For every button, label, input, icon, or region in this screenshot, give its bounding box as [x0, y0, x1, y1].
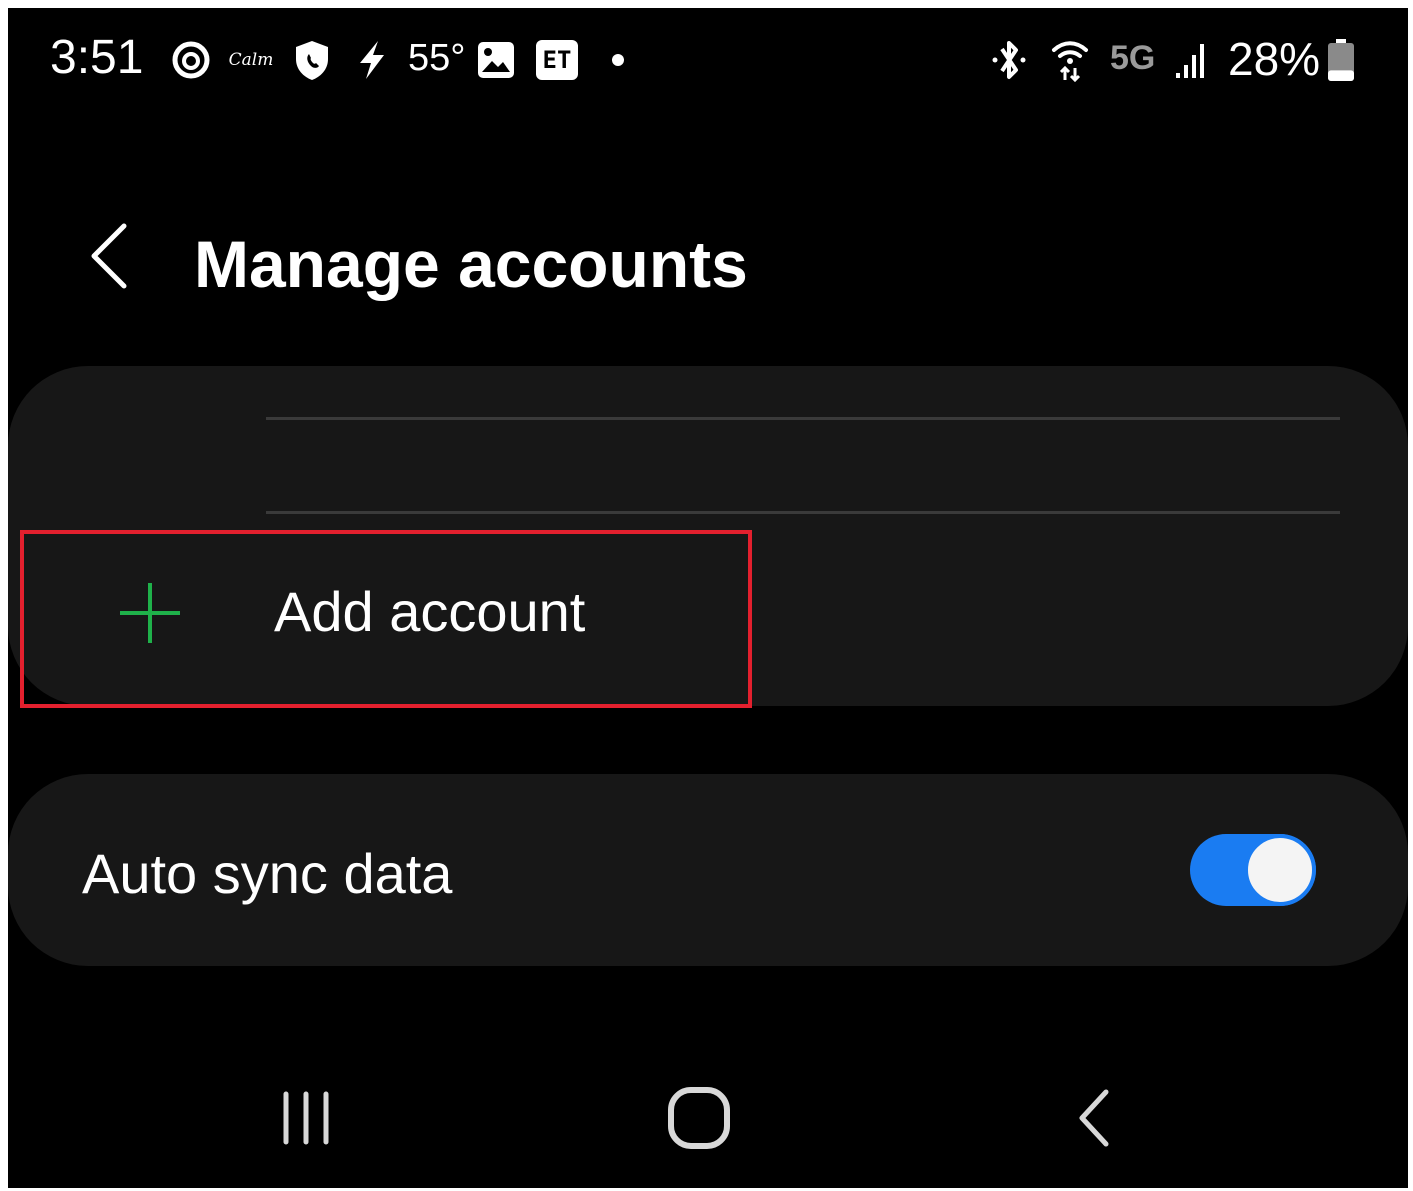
home-button[interactable] — [660, 1078, 740, 1158]
home-icon — [668, 1087, 730, 1149]
temperature: 55° — [408, 37, 466, 79]
notification-dot-icon — [608, 38, 628, 82]
et-badge: ET — [536, 40, 578, 80]
account-divider-2 — [266, 511, 1340, 514]
threads-icon — [168, 38, 214, 82]
recents-button[interactable] — [266, 1078, 346, 1158]
signal-icon — [1172, 38, 1212, 82]
page-title: Manage accounts — [194, 227, 748, 301]
nav-back-button[interactable] — [1056, 1078, 1136, 1158]
bluetooth-icon — [988, 38, 1030, 82]
account-row-2[interactable] — [8, 420, 1408, 512]
account-row-1[interactable] — [8, 366, 1408, 422]
battery-icon — [1324, 38, 1358, 82]
image-icon — [476, 38, 516, 82]
battery-percent: 28% — [1228, 33, 1321, 85]
recents-icon — [283, 1091, 329, 1145]
back-icon — [1079, 1089, 1109, 1147]
back-button[interactable] — [80, 220, 136, 292]
network-type: 5G — [1110, 39, 1156, 77]
calm-icon: Calm — [226, 38, 276, 82]
wifi-icon — [1048, 38, 1092, 82]
status-time: 3:51 — [50, 31, 144, 84]
phone-screen: 3:51 Calm 55° ET 5G 28% Manage accounts … — [8, 8, 1408, 1188]
et-icon: ET — [534, 38, 580, 82]
add-account-label: Add account — [274, 580, 586, 643]
chevron-left-icon — [91, 223, 127, 289]
auto-sync-toggle[interactable] — [1190, 834, 1316, 906]
auto-sync-label: Auto sync data — [82, 842, 453, 905]
plus-icon — [118, 581, 182, 645]
status-bar: 3:51 Calm 55° ET 5G 28% — [8, 8, 1408, 108]
lightning-icon — [352, 38, 392, 82]
calm-logo-text: Calm — [228, 50, 274, 70]
battery-fill — [1328, 70, 1354, 81]
toggle-knob — [1244, 834, 1316, 906]
shield-icon — [290, 38, 334, 82]
